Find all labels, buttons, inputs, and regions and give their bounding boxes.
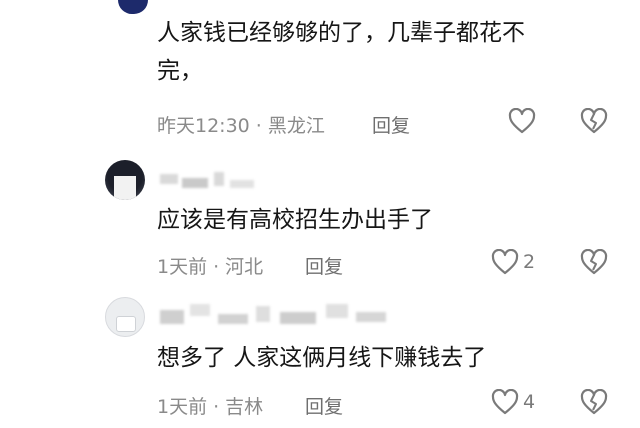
meta-separator: · <box>213 396 220 418</box>
dislike-button[interactable] <box>580 249 608 275</box>
comment-meta: 1天前 · 吉林 <box>157 392 263 419</box>
comment-location: 黑龙江 <box>267 115 325 137</box>
avatar[interactable] <box>105 160 145 200</box>
like-count: 2 <box>523 251 536 273</box>
comment-text: 想多了 人家这俩月线下赚钱去了 <box>157 345 487 371</box>
reply-button[interactable]: 回复 <box>372 111 410 138</box>
avatar[interactable] <box>118 0 148 14</box>
reply-button[interactable]: 回复 <box>305 252 343 279</box>
comment-time: 1天前 <box>157 396 208 418</box>
comment-meta: 昨天12:30 · 黑龙江 <box>157 111 325 138</box>
like-count: 4 <box>523 391 536 413</box>
meta-separator: · <box>213 256 220 278</box>
broken-heart-icon <box>580 108 608 134</box>
comment-location: 河北 <box>225 256 264 278</box>
dislike-button[interactable] <box>580 389 608 415</box>
heart-outline-icon <box>508 108 536 134</box>
dislike-button[interactable] <box>580 108 608 134</box>
meta-separator: · <box>255 115 262 137</box>
comment-text-line-2: 完， <box>157 58 203 84</box>
like-button[interactable] <box>508 108 540 134</box>
comment-location: 吉林 <box>225 396 264 418</box>
comment-time: 1天前 <box>157 256 208 278</box>
heart-outline-icon <box>491 389 519 415</box>
reply-button[interactable]: 回复 <box>305 392 343 419</box>
like-button[interactable]: 2 <box>491 249 535 275</box>
comment-meta: 1天前 · 河北 <box>157 252 263 279</box>
comment-time: 昨天12:30 <box>157 115 250 137</box>
avatar[interactable] <box>105 297 145 337</box>
comment-text: 应该是有高校招生办出手了 <box>157 207 433 233</box>
broken-heart-icon <box>580 389 608 415</box>
like-button[interactable]: 4 <box>491 389 535 415</box>
comment-text-line-1: 人家钱已经够够的了，几辈子都花不 <box>157 20 525 46</box>
heart-outline-icon <box>491 249 519 275</box>
broken-heart-icon <box>580 249 608 275</box>
username-blurred <box>160 166 260 192</box>
username-blurred <box>160 300 390 326</box>
